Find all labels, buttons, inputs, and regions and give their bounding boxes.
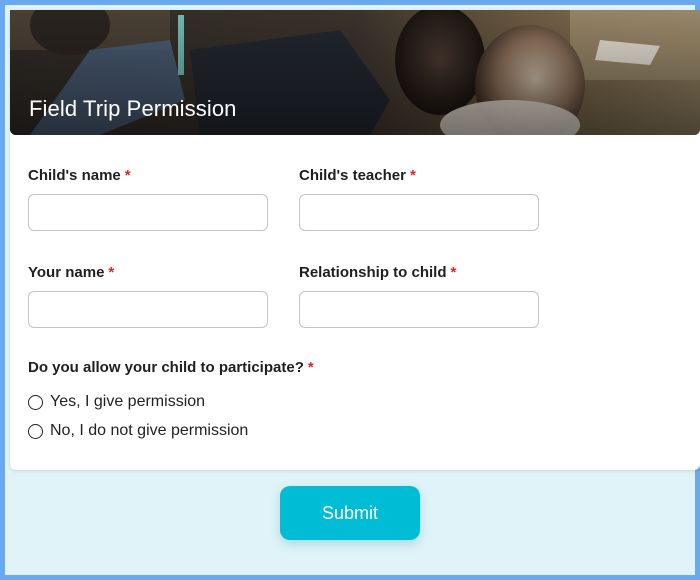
submit-button[interactable]: Submit xyxy=(280,486,420,540)
radio-button[interactable] xyxy=(28,423,43,439)
required-marker: * xyxy=(124,167,131,184)
radio-option-yes[interactable]: Yes, I give permission xyxy=(28,391,205,413)
required-marker: * xyxy=(307,359,314,376)
relationship-input[interactable] xyxy=(299,291,539,328)
your-name-label: Your name * xyxy=(28,264,115,281)
radio-button[interactable] xyxy=(28,394,43,410)
required-marker: * xyxy=(108,264,115,281)
required-marker: * xyxy=(450,264,457,281)
your-name-field: Your name * xyxy=(28,263,268,328)
relationship-label: Relationship to child * xyxy=(299,264,457,281)
permission-question-label: Do you allow your child to participate? * xyxy=(28,359,314,376)
childs-name-input[interactable] xyxy=(28,194,268,231)
childs-name-label: Child's name * xyxy=(28,167,131,184)
childs-teacher-label: Child's teacher * xyxy=(299,167,416,184)
your-name-input[interactable] xyxy=(28,291,268,328)
radio-label: Yes, I give permission xyxy=(50,393,206,410)
radio-label: No, I do not give permission xyxy=(50,422,249,439)
childs-teacher-field: Child's teacher * xyxy=(299,166,539,231)
page-frame: Field Trip Permission Child's name * Chil… xyxy=(0,0,700,580)
relationship-field: Relationship to child * xyxy=(299,263,539,328)
radio-option-no[interactable]: No, I do not give permission xyxy=(28,420,248,442)
childs-teacher-input[interactable] xyxy=(299,194,539,231)
required-marker: * xyxy=(409,167,416,184)
form-card: Field Trip Permission Child's name * Chil… xyxy=(10,10,700,470)
permission-question: Do you allow your child to participate? * xyxy=(28,358,314,378)
childs-name-field: Child's name * xyxy=(28,166,268,231)
form-header: Field Trip Permission xyxy=(10,10,700,135)
form-title: Field Trip Permission xyxy=(29,96,237,121)
